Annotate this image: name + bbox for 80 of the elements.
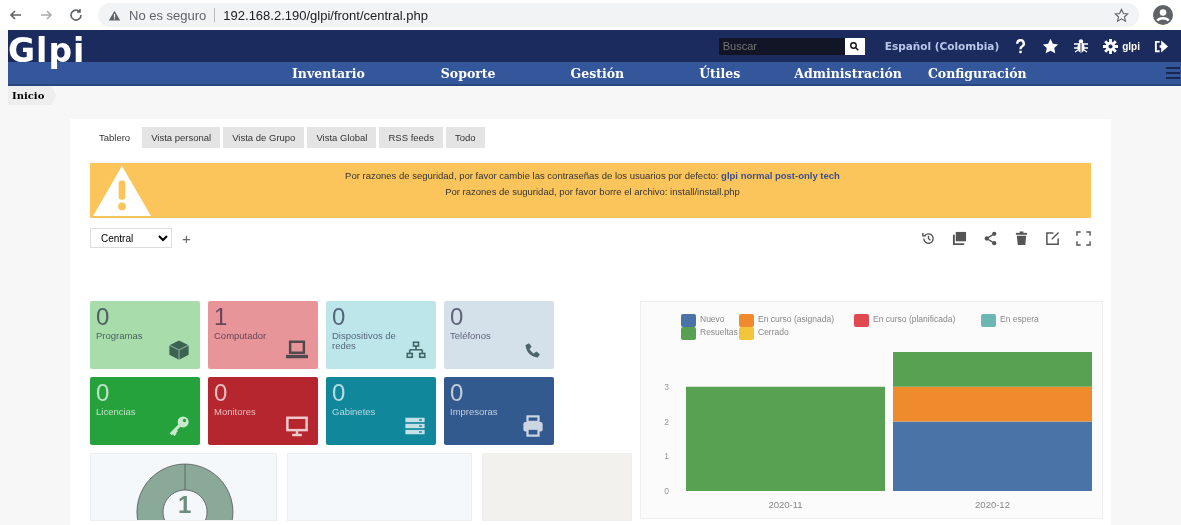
menu-item[interactable]: Útiles	[699, 65, 741, 81]
logout-icon[interactable]	[1154, 38, 1169, 54]
tile-label: Computador	[214, 331, 268, 341]
axis-tick-label: 2	[664, 416, 669, 427]
axis-tick-label: 0	[664, 486, 669, 496]
tile-count: 0	[214, 381, 228, 405]
axis-tick-label: 3	[664, 381, 669, 392]
tab[interactable]: Vista de Grupo	[223, 127, 305, 148]
axis-tick-label: 2020-11	[768, 499, 803, 510]
tile-label: Gabinetes	[332, 407, 377, 417]
tile-count: 0	[450, 381, 464, 405]
fullscreen-icon[interactable]	[1076, 230, 1091, 246]
tab[interactable]: Vista Global	[307, 127, 377, 148]
profile-icon[interactable]	[1153, 5, 1173, 25]
tile-count: 1	[214, 305, 228, 329]
language-link[interactable]: Español (Colombia)	[884, 40, 1000, 52]
edit-icon[interactable]	[1045, 230, 1060, 246]
tab[interactable]: Vista personal	[142, 127, 221, 148]
warning-message: Por razones de suguridad, por favor borre el archivo: install/install.php	[444, 185, 741, 199]
bug-icon[interactable]	[1073, 38, 1090, 54]
warning-icon	[108, 8, 121, 22]
menu-item[interactable]: Soporte	[440, 65, 496, 81]
dashboard-select[interactable]: Central	[90, 228, 172, 248]
summary-tile[interactable]: 0 Impresoras	[444, 377, 554, 445]
summary-tile[interactable]: 1 Computador	[208, 301, 318, 369]
menu-item[interactable]: Administración	[794, 65, 902, 81]
cube-icon	[168, 339, 190, 361]
tile-count: 0	[96, 381, 110, 405]
security-label: No es seguro	[129, 7, 207, 23]
address-bar[interactable]: No es seguro 192.168.2.190/glpi/front/central.php	[98, 3, 1139, 27]
printer-icon	[522, 415, 544, 437]
clone-icon[interactable]	[952, 230, 967, 246]
share-icon[interactable]	[983, 230, 998, 246]
legend-label: Resueltas	[700, 327, 738, 337]
tile-label: Monitores	[214, 407, 257, 417]
url-text: 192.168.2.190/glpi/front/central.php	[223, 7, 428, 23]
search-icon	[849, 40, 861, 52]
settings-icon	[1103, 38, 1119, 54]
server-rack-icon	[404, 415, 426, 437]
menu-item[interactable]: Configuración	[927, 65, 1027, 81]
tab[interactable]: RSS feeds	[379, 127, 443, 148]
tab[interactable]: Todo	[445, 127, 485, 148]
legend-label: Cerrado	[758, 327, 789, 337]
tile-label: Programas	[96, 331, 144, 341]
summary-tile[interactable]: 0 Teléfonos	[444, 301, 554, 369]
history-icon[interactable]	[921, 230, 936, 246]
summary-tile[interactable]: 0 Dispositivos de redes	[326, 301, 436, 369]
logo[interactable]: Glpi	[8, 34, 86, 67]
key-icon	[168, 415, 190, 437]
legend-label: En curso (asignada)	[758, 314, 835, 324]
menu-item[interactable]: Inventario	[292, 65, 365, 81]
user-menu[interactable]: glpi	[1103, 38, 1140, 54]
tile-count: 0	[96, 305, 110, 329]
breadcrumb-link[interactable]: Inicio	[8, 86, 57, 105]
tile-label: Dispositivos de redes	[332, 331, 397, 351]
reload-icon[interactable]	[68, 7, 84, 23]
trash-icon[interactable]	[1014, 230, 1029, 246]
tile-count: 0	[332, 305, 346, 329]
tile-label: Licencias	[96, 407, 137, 417]
tile-label: Teléfonos	[450, 331, 492, 341]
tile-count: 0	[332, 381, 346, 405]
star-icon[interactable]	[1042, 37, 1060, 55]
laptop-icon	[286, 339, 308, 361]
add-button[interactable]: +	[182, 229, 191, 247]
network-icon	[406, 341, 426, 361]
bookmark-star-icon[interactable]	[1114, 7, 1129, 23]
legend-label: Nuevo	[700, 314, 725, 324]
tile-label: Impresoras	[450, 407, 499, 417]
search-button[interactable]	[844, 37, 865, 55]
menu-item[interactable]: Gestión	[570, 65, 625, 81]
axis-tick-label: 1	[664, 451, 669, 462]
axis-tick-label: 2020-12	[975, 499, 1010, 510]
summary-tile[interactable]: 0 Monitores	[208, 377, 318, 445]
legend-label: En curso (planificada)	[873, 314, 956, 324]
summary-tile[interactable]: 0 Programas	[90, 301, 200, 369]
legend-label: En espera	[1000, 314, 1039, 324]
monitor-icon	[286, 415, 308, 437]
warning-message: Por razones de seguridad, por favor cambie las contraseñas de los usuarios por defecto: glpi normal post-only tech	[344, 169, 841, 183]
tile-count: 0	[450, 305, 464, 329]
donut-value: 1	[178, 493, 192, 517]
